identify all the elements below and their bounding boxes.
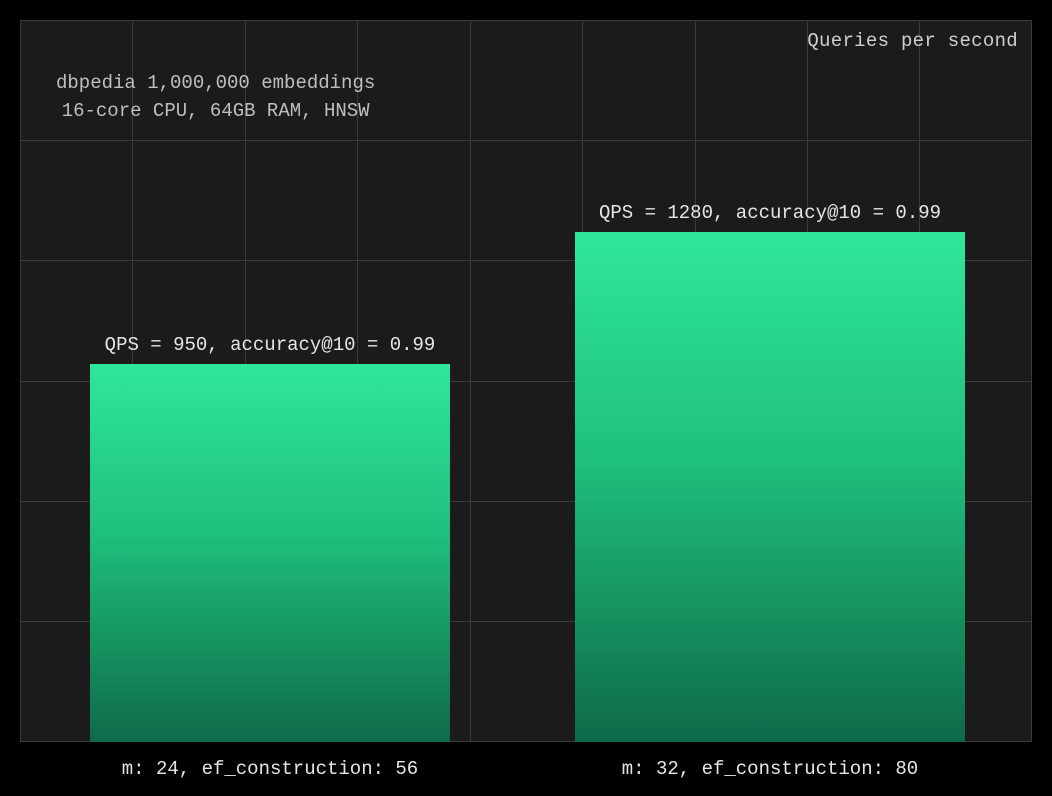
bar-2: [575, 232, 965, 742]
subtitle-line-1: dbpedia 1,000,000 embeddings: [56, 72, 375, 94]
plot-area: Queries per second dbpedia 1,000,000 emb…: [20, 20, 1032, 742]
bar-1-label: QPS = 950, accuracy@10 = 0.99: [90, 334, 450, 356]
bar-2-label: QPS = 1280, accuracy@10 = 0.99: [575, 202, 965, 224]
category-label-2: m: 32, ef_construction: 80: [575, 758, 965, 780]
bar-1: [90, 364, 450, 742]
grid-hline: [20, 140, 1032, 141]
category-label-1: m: 24, ef_construction: 56: [90, 758, 450, 780]
grid-hline: [20, 20, 1032, 21]
chart-stage: Queries per second dbpedia 1,000,000 emb…: [0, 0, 1052, 796]
subtitle-line-2: 16-core CPU, 64GB RAM, HNSW: [62, 100, 370, 122]
chart-subtitle: dbpedia 1,000,000 embeddings 16-core CPU…: [56, 70, 375, 125]
chart-title: Queries per second: [807, 30, 1018, 52]
